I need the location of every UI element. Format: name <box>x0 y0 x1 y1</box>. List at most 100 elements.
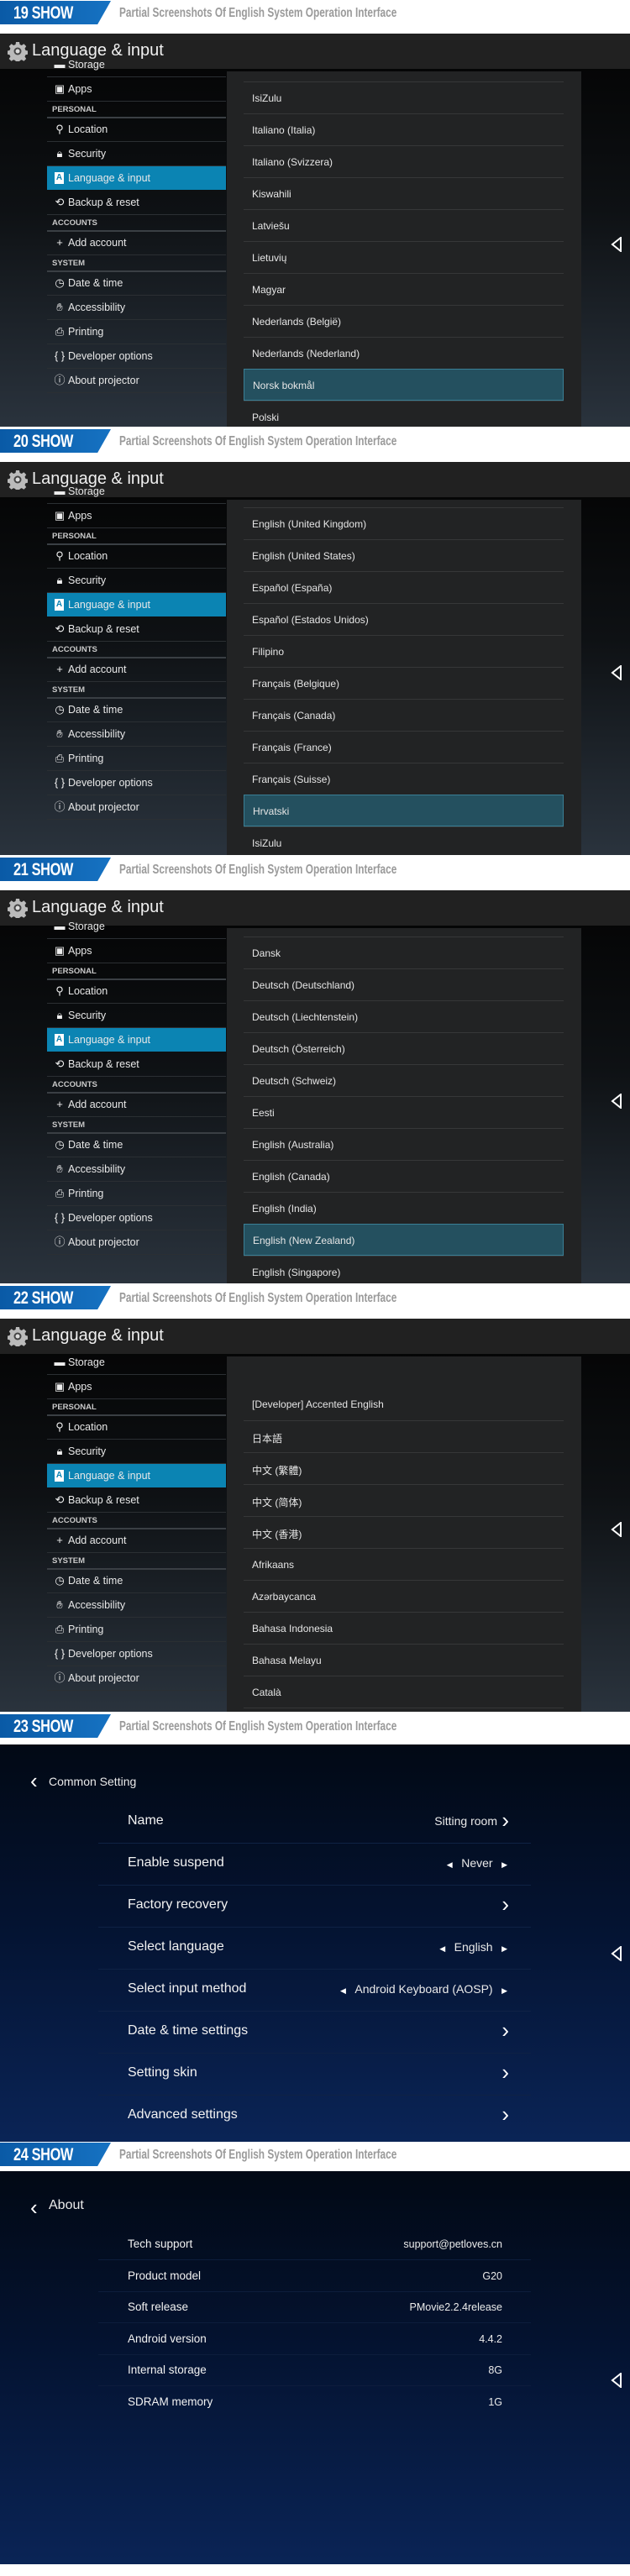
language-option[interactable]: Polski <box>244 401 564 427</box>
language-option[interactable]: Magyar <box>244 273 564 305</box>
sidebar-item-storage[interactable]: ▬ Storage <box>47 1351 226 1375</box>
language-list[interactable]: [Developer] Accented English 日本語 中文 (繁體) 中文… <box>227 1356 581 1712</box>
language-option[interactable]: 中文 (繁體) <box>244 1452 564 1484</box>
language-option[interactable]: Français (Suisse) <box>244 763 564 795</box>
sidebar-item-language-input[interactable]: A Language & input <box>47 166 226 190</box>
language-option[interactable]: Afrikaans <box>244 1548 564 1580</box>
language-option[interactable]: [Developer] Accented English <box>244 1388 564 1419</box>
setting-row-date-time-settings[interactable]: Date & time settings › <box>98 2011 531 2054</box>
sidebar-item-accessibility[interactable]: ✋︎ Accessibility <box>47 296 226 320</box>
language-option[interactable]: IsiZulu <box>244 826 564 855</box>
sidebar-item-about-projector[interactable]: ⓘ About projector <box>47 795 226 820</box>
sidebar-item-developer-options[interactable]: { } Developer options <box>47 344 226 369</box>
sidebar-item-location[interactable]: ⚲ Location <box>47 1415 226 1440</box>
setting-row-factory-recovery[interactable]: Factory recovery › <box>98 1885 531 1928</box>
back-triangle-icon[interactable] <box>611 2371 622 2390</box>
sidebar-item-apps[interactable]: ▣ Apps <box>47 939 226 963</box>
arrow-left-icon[interactable]: ◀ <box>340 1986 348 1995</box>
arrow-right-icon[interactable]: ▶ <box>500 1944 507 1953</box>
sidebar-item-printing[interactable]: ⎙ Printing <box>47 1182 226 1206</box>
language-option[interactable]: English (United States) <box>244 539 564 571</box>
back-triangle-icon[interactable] <box>611 1520 622 1539</box>
language-option[interactable]: Čeština <box>244 1708 564 1712</box>
language-option[interactable]: English (New Zealand) <box>244 1224 564 1256</box>
sidebar-item-language-input[interactable]: A Language & input <box>47 1464 226 1487</box>
language-option[interactable]: 中文 (简体) <box>244 1484 564 1516</box>
sidebar-item-add-account[interactable]: + Add account <box>47 1529 226 1553</box>
sidebar-item-backup-reset[interactable]: ⟲ Backup & reset <box>47 191 226 215</box>
chevron-right-icon[interactable]: › <box>501 2017 509 2043</box>
language-option[interactable]: Bahasa Melayu <box>244 1644 564 1676</box>
arrow-left-icon[interactable]: ◀ <box>447 1860 454 1869</box>
setting-row-name[interactable]: Name Sitting room › <box>98 1801 531 1844</box>
language-option[interactable]: Deutsch (Österreich) <box>244 1032 564 1064</box>
sidebar-item-apps[interactable]: ▣ Apps <box>47 1375 226 1399</box>
sidebar-item-backup-reset[interactable]: ⟲ Backup & reset <box>47 1488 226 1513</box>
sidebar-item-about-projector[interactable]: ⓘ About projector <box>47 1230 226 1255</box>
sidebar-item-developer-options[interactable]: { } Developer options <box>47 1642 226 1666</box>
sidebar-item-backup-reset[interactable]: ⟲ Backup & reset <box>47 1052 226 1077</box>
language-option[interactable]: Bahasa Indonesia <box>244 1612 564 1644</box>
language-option[interactable]: Deutsch (Liechtenstein) <box>244 1000 564 1032</box>
language-option[interactable]: English (Canada) <box>244 1160 564 1192</box>
language-option[interactable]: 中文 (香港) <box>244 1516 564 1548</box>
arrow-left-icon[interactable]: ◀ <box>439 1944 447 1953</box>
language-option[interactable]: Français (France) <box>244 731 564 763</box>
language-option[interactable]: Latviešu <box>244 209 564 241</box>
language-list[interactable]: English (United Kingdom) English (United … <box>227 500 581 855</box>
sidebar-item-security[interactable]: 🔒︎ Security <box>47 1440 226 1464</box>
back-triangle-icon[interactable] <box>611 235 622 254</box>
sidebar-item-add-account[interactable]: + Add account <box>47 658 226 682</box>
language-option[interactable]: English (India) <box>244 1192 564 1224</box>
sidebar-item-accessibility[interactable]: ✋︎ Accessibility <box>47 1157 226 1182</box>
setting-row-advanced-settings[interactable]: Advanced settings › <box>98 2095 531 2137</box>
sidebar-item-about-projector[interactable]: ⓘ About projector <box>47 369 226 393</box>
language-option[interactable]: Eesti <box>244 1096 564 1128</box>
language-option[interactable]: English (United Kingdom) <box>244 507 564 539</box>
language-option[interactable]: Deutsch (Schweiz) <box>244 1064 564 1096</box>
language-option[interactable]: 日本語 <box>244 1420 564 1452</box>
back-triangle-icon[interactable] <box>611 1944 622 1963</box>
sidebar-item-language-input[interactable]: A Language & input <box>47 593 226 616</box>
arrow-right-icon[interactable]: ▶ <box>500 1986 507 1995</box>
language-option[interactable]: Italiano (Svizzera) <box>244 145 564 177</box>
sidebar-item-accessibility[interactable]: ✋︎ Accessibility <box>47 722 226 747</box>
back-triangle-icon[interactable] <box>611 664 622 682</box>
sidebar-item-security[interactable]: 🔒︎ Security <box>47 569 226 593</box>
language-option[interactable]: Dansk <box>244 936 564 968</box>
sidebar-item-security[interactable]: 🔒︎ Security <box>47 1004 226 1028</box>
language-option[interactable]: Español (Estados Unidos) <box>244 603 564 635</box>
sidebar-item-add-account[interactable]: + Add account <box>47 1093 226 1117</box>
sidebar-item-storage[interactable]: ▬ Storage <box>47 53 226 77</box>
language-option[interactable]: Français (Belgique) <box>244 667 564 699</box>
language-option[interactable]: Lietuvių <box>244 241 564 273</box>
back-triangle-icon[interactable] <box>611 1092 622 1110</box>
language-option[interactable]: Nederlands (Nederland) <box>244 337 564 369</box>
language-option[interactable]: Azərbaycanca <box>244 1580 564 1612</box>
setting-row-setting-skin[interactable]: Setting skin › <box>98 2053 531 2096</box>
sidebar-item-developer-options[interactable]: { } Developer options <box>47 771 226 795</box>
language-option[interactable]: Hrvatski <box>244 795 564 826</box>
language-list[interactable]: IsiZulu Italiano (Italia) Italiano (Svizze… <box>227 71 581 427</box>
sidebar-item-location[interactable]: ⚲ Location <box>47 544 226 569</box>
setting-row-select-input-method[interactable]: Select input method ◀ Android Keyboard (A… <box>98 1969 531 2012</box>
sidebar-item-location[interactable]: ⚲ Location <box>47 118 226 142</box>
chevron-right-icon[interactable]: › <box>501 2101 509 2127</box>
sidebar-item-storage[interactable]: ▬ Storage <box>47 915 226 939</box>
setting-row-enable-suspend[interactable]: Enable suspend ◀ Never ▶ <box>98 1843 531 1886</box>
sidebar-item-about-projector[interactable]: ⓘ About projector <box>47 1666 226 1691</box>
sidebar-item-date-time[interactable]: ◷ Date & time <box>47 1133 226 1157</box>
sidebar-item-apps[interactable]: ▣ Apps <box>47 504 226 528</box>
language-list[interactable]: Dansk Deutsch (Deutschland) Deutsch (Liech… <box>227 928 581 1283</box>
language-option[interactable]: Español (España) <box>244 571 564 603</box>
sidebar-item-security[interactable]: 🔒︎ Security <box>47 142 226 166</box>
language-option[interactable]: Kiswahili <box>244 177 564 209</box>
sidebar-item-printing[interactable]: ⎙ Printing <box>47 747 226 771</box>
sidebar-item-developer-options[interactable]: { } Developer options <box>47 1206 226 1230</box>
sidebar-item-printing[interactable]: ⎙ Printing <box>47 320 226 344</box>
back-chevron-icon[interactable]: ‹ <box>30 2195 38 2221</box>
language-option[interactable]: Deutsch (Deutschland) <box>244 968 564 1000</box>
setting-row-select-language[interactable]: Select language ◀ English ▶ <box>98 1927 531 1970</box>
sidebar-item-add-account[interactable]: + Add account <box>47 231 226 255</box>
sidebar-item-storage[interactable]: ▬ Storage <box>47 480 226 504</box>
